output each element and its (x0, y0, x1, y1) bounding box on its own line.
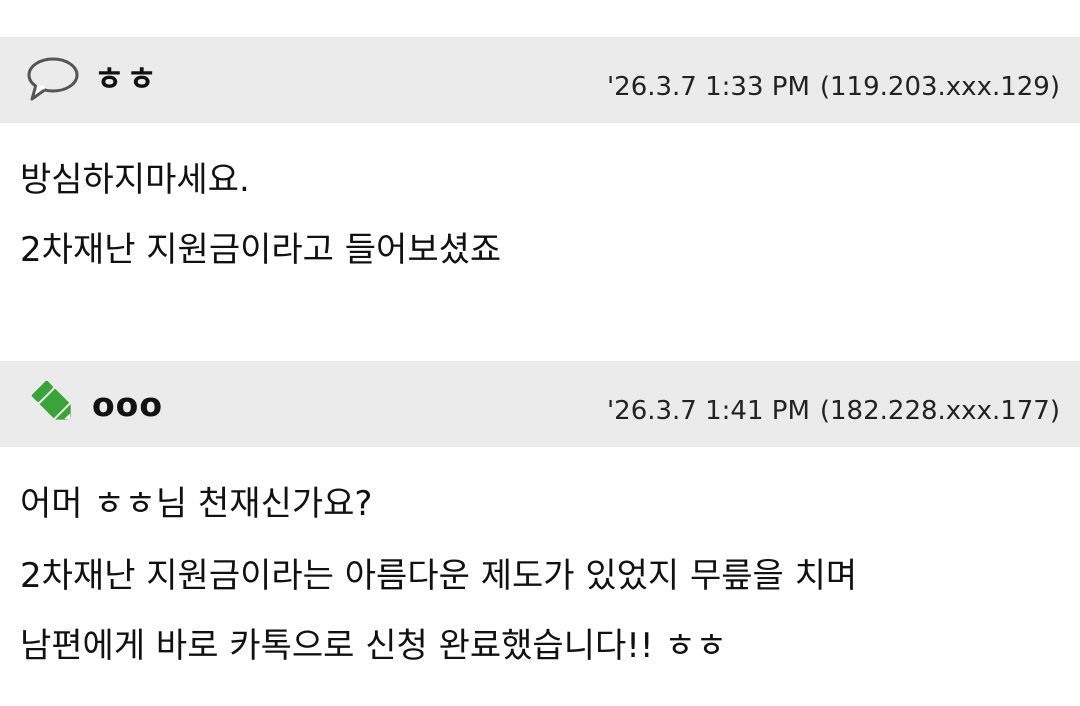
comment-header: ooo '26.3.7 1:41 PM (182.228.xxx.177) (0, 361, 1080, 447)
pencil-icon (28, 377, 84, 433)
comment-author[interactable]: ooo (92, 385, 163, 425)
comment-text-line: 어머 ㅎㅎ님 천재신가요? (20, 484, 373, 524)
comment-text-line: 2차재난 지원금이라는 아름다운 제도가 있었지 무릎을 치며 (20, 556, 858, 596)
comment-text-line: 남편에게 바로 카톡으로 신청 완료했습니다!! ㅎㅎ (20, 626, 727, 666)
comment-ip: (182.228.xxx.177) (819, 396, 1060, 426)
comment-date: '26.3.7 1:41 PM (607, 396, 810, 426)
comment-meta: '26.3.7 1:41 PM (182.228.xxx.177) (607, 395, 1060, 427)
comment-item: ooo '26.3.7 1:41 PM (182.228.xxx.177) 어머 … (0, 0, 1080, 706)
